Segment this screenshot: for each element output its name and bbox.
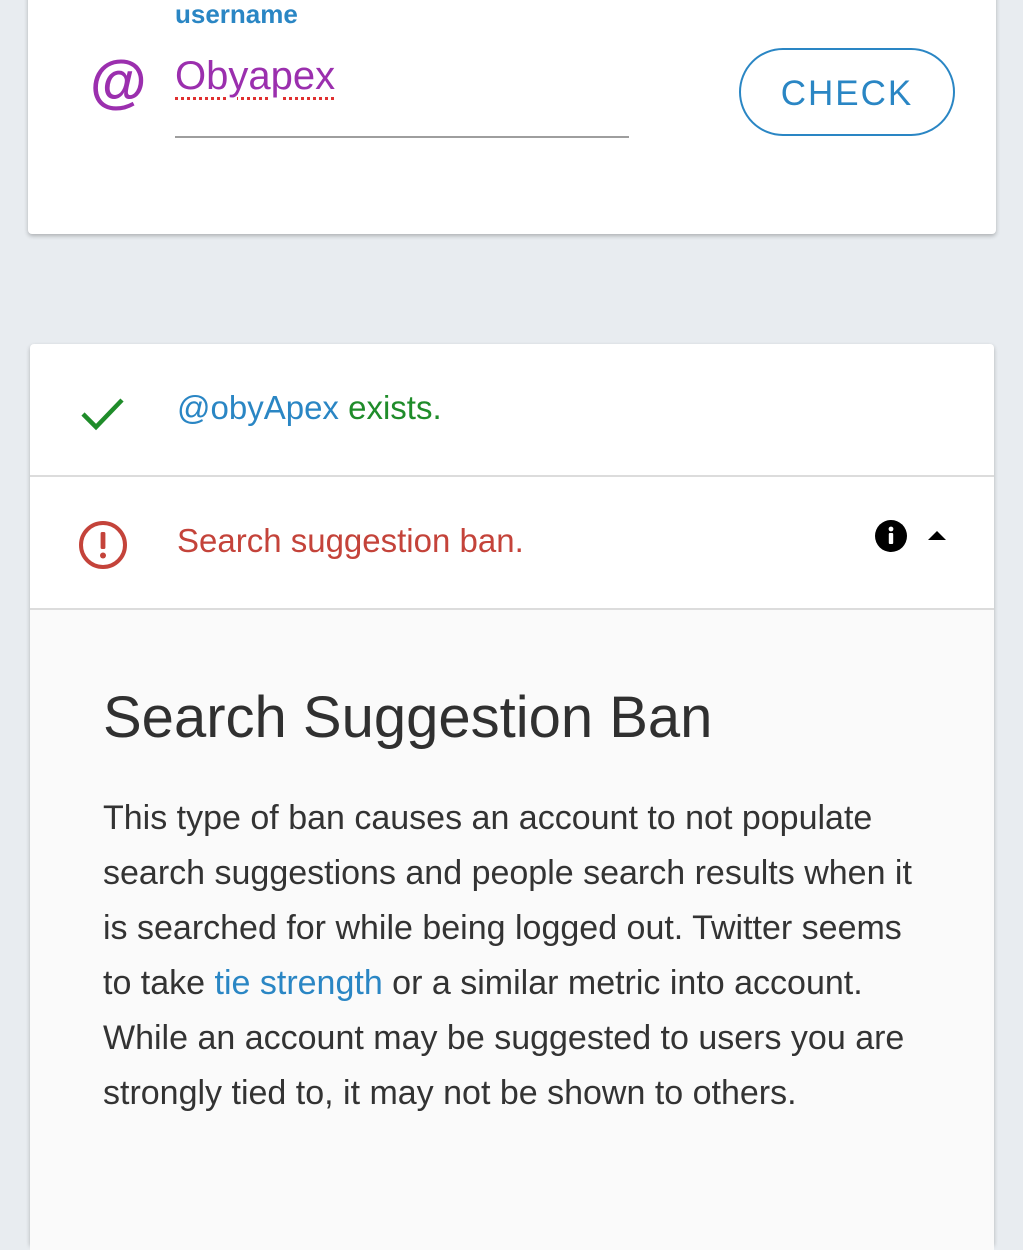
username-search-card: username @ Obyapex CHECK xyxy=(28,0,996,234)
exists-message: @obyApex exists. xyxy=(177,389,442,427)
result-row-search-suggestion-ban[interactable]: Search suggestion ban. xyxy=(30,477,994,610)
tie-strength-link[interactable]: tie strength xyxy=(215,964,383,1002)
check-button[interactable]: CHECK xyxy=(739,48,955,136)
handle-link[interactable]: @obyApex xyxy=(177,389,339,426)
result-row-exists: @obyApex exists. xyxy=(30,344,994,477)
results-card: @obyApex exists. Search suggestion ban. … xyxy=(30,344,994,1250)
check-icon xyxy=(81,398,124,431)
details-title: Search Suggestion Ban xyxy=(103,685,713,750)
ban-label: Search suggestion ban. xyxy=(177,522,524,559)
exists-status: exists. xyxy=(338,389,442,426)
alert-circle-icon xyxy=(79,521,127,569)
info-icon[interactable] xyxy=(875,520,907,552)
caret-up-icon[interactable] xyxy=(928,530,946,542)
at-sign-icon: @ xyxy=(90,49,147,114)
username-input-value[interactable]: Obyapex xyxy=(175,54,335,99)
username-field-label: username xyxy=(175,0,298,29)
details-description: This type of ban causes an account to no… xyxy=(103,791,923,1121)
ban-details-panel: Search Suggestion Ban This type of ban c… xyxy=(30,610,994,1250)
username-input[interactable]: Obyapex xyxy=(175,52,629,138)
